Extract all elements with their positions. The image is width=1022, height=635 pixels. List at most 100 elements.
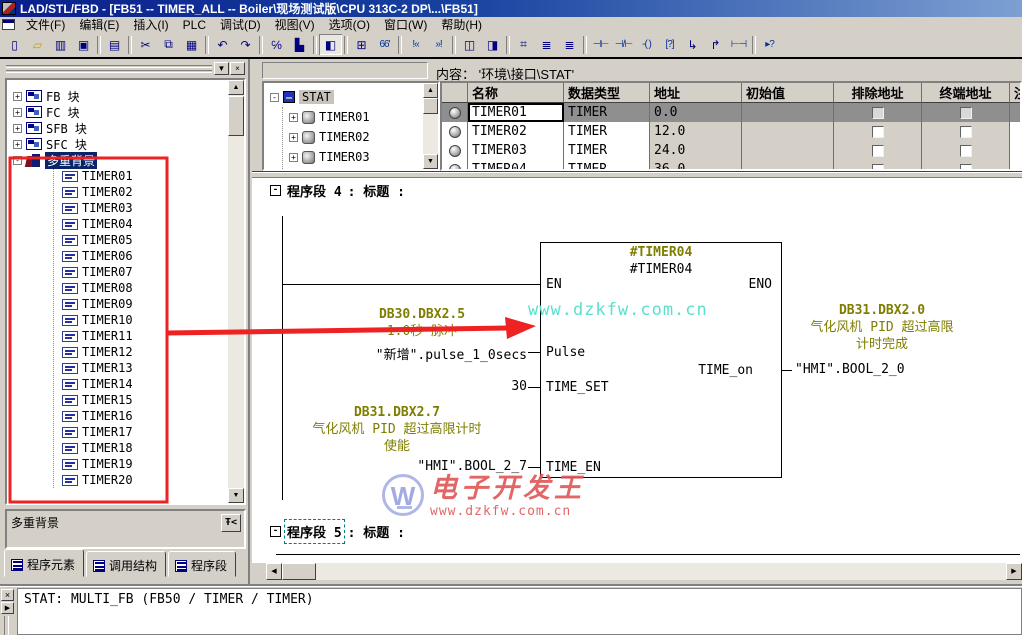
- expand-icon[interactable]: +: [289, 113, 298, 122]
- panel-close-button[interactable]: ×: [230, 62, 245, 75]
- exclude-checkbox[interactable]: [872, 164, 884, 172]
- scroll-up-button[interactable]: ▲: [423, 83, 438, 98]
- menu-item[interactable]: 视图(V): [268, 17, 322, 33]
- toolbar-button[interactable]: [126, 34, 134, 55]
- terminal-checkbox[interactable]: [960, 126, 972, 138]
- panel-tab[interactable]: 调用结构: [86, 551, 166, 577]
- contact-nc-icon[interactable]: ⊣/⊢: [612, 34, 635, 55]
- declaration-filter-field[interactable]: [262, 62, 428, 79]
- network-list-icon[interactable]: ≣: [558, 34, 581, 55]
- tree-item-timer[interactable]: TIMER09: [54, 296, 226, 312]
- collapse-network-icon[interactable]: -: [270, 185, 281, 196]
- exclude-checkbox[interactable]: [872, 145, 884, 157]
- empty-box-icon[interactable]: [?]: [658, 34, 681, 55]
- time-set-operand[interactable]: 30: [252, 379, 527, 394]
- tree-item-timer[interactable]: TIMER08: [54, 280, 226, 296]
- terminal-checkbox[interactable]: [960, 107, 972, 119]
- exclude-checkbox[interactable]: [872, 126, 884, 138]
- toolbar-button[interactable]: [203, 34, 211, 55]
- tree-folder-item[interactable]: + FC 块: [11, 104, 226, 120]
- menu-item[interactable]: 编辑(E): [72, 17, 126, 33]
- toolbar-button[interactable]: [257, 34, 265, 55]
- monitor-glasses-icon[interactable]: 66': [373, 34, 396, 55]
- variable-row[interactable]: TIMER03 TIMER 24.0: [442, 141, 1020, 160]
- program-canvas[interactable]: - 程序段 4 : 标题 : #TIMER04 #TIMER04 EN ENO …: [252, 178, 1022, 563]
- block-instance-name[interactable]: #TIMER04: [541, 262, 781, 277]
- tree-item-timer[interactable]: TIMER11: [54, 328, 226, 344]
- goto-previous-icon[interactable]: !«: [404, 34, 427, 55]
- rail-icon[interactable]: ⊢⊣: [727, 34, 750, 55]
- panel-grab-bar[interactable]: ▼ ×: [4, 62, 246, 76]
- scroll-down-button[interactable]: ▼: [423, 154, 438, 169]
- pulse-operand[interactable]: "新增".pulse_1_0secs: [252, 344, 527, 363]
- col-datatype[interactable]: 数据类型: [564, 83, 650, 103]
- stat-child-item[interactable]: + TIMER02: [283, 127, 421, 147]
- toolbar-button[interactable]: [450, 34, 458, 55]
- col-initial[interactable]: 初始值: [742, 83, 834, 103]
- tree-item-timer[interactable]: TIMER03: [54, 200, 226, 216]
- goto-next-icon[interactable]: »!: [427, 34, 450, 55]
- editor-hscrollbar[interactable]: ◀ ▶: [266, 563, 1022, 580]
- print-icon[interactable]: ▤: [103, 34, 126, 55]
- connections-icon[interactable]: ⊞: [350, 34, 373, 55]
- open-icon[interactable]: ▱: [26, 34, 49, 55]
- stat-root-item[interactable]: - STAT: [268, 87, 421, 107]
- menu-item[interactable]: 帮助(H): [434, 17, 489, 33]
- col-comment-partial[interactable]: 注释: [1010, 83, 1022, 103]
- stat-tree-scrollbar[interactable]: ▲ ▼: [423, 83, 438, 169]
- paste-icon[interactable]: ▦: [180, 34, 203, 55]
- pane-splitter[interactable]: [252, 171, 1022, 178]
- terminal-checkbox[interactable]: [960, 164, 972, 172]
- tree-item-timer[interactable]: TIMER17: [54, 424, 226, 440]
- scroll-up-button[interactable]: ▲: [228, 80, 244, 95]
- tree-item-timer[interactable]: TIMER04: [54, 216, 226, 232]
- contact-no-icon[interactable]: ⊣⊢: [589, 34, 612, 55]
- tree-item-timer[interactable]: TIMER02: [54, 184, 226, 200]
- panel-tab[interactable]: 程序段: [168, 551, 236, 577]
- menu-item[interactable]: PLC: [176, 17, 213, 33]
- terminal-checkbox[interactable]: [960, 145, 972, 157]
- collapse-icon[interactable]: -: [13, 156, 22, 165]
- col-terminal[interactable]: 终端地址: [922, 83, 1010, 103]
- scroll-right-button[interactable]: ▶: [1006, 563, 1022, 580]
- stat-child-item[interactable]: + TIMER01: [283, 107, 421, 127]
- tree-item-timer[interactable]: TIMER14: [54, 376, 226, 392]
- scroll-thumb[interactable]: [228, 96, 244, 136]
- exclude-checkbox[interactable]: [872, 107, 884, 119]
- expand-icon[interactable]: +: [289, 133, 298, 142]
- help-select-icon[interactable]: ▸?: [758, 34, 781, 55]
- col-exclude[interactable]: 排除地址: [834, 83, 922, 103]
- variable-row[interactable]: TIMER01 TIMER 0.0: [442, 103, 1020, 122]
- col-address[interactable]: 地址: [650, 83, 742, 103]
- scroll-down-button[interactable]: ▼: [228, 488, 244, 503]
- toolbar-button[interactable]: [342, 34, 350, 55]
- scroll-thumb[interactable]: [282, 563, 316, 580]
- save-icon[interactable]: ▣: [72, 34, 95, 55]
- tree-item-multi-instance[interactable]: - 多重背景: [11, 152, 226, 168]
- tree-item-timer[interactable]: TIMER05: [54, 232, 226, 248]
- branch-down-icon[interactable]: ↳: [681, 34, 704, 55]
- stat-child-item[interactable]: + TIMER03: [283, 147, 421, 167]
- coil-icon[interactable]: -( ): [635, 34, 658, 55]
- cell-datatype[interactable]: TIMER: [564, 103, 650, 122]
- expand-icon[interactable]: +: [13, 92, 22, 101]
- cell-datatype[interactable]: TIMER: [564, 141, 650, 160]
- tree-item-timer[interactable]: TIMER01: [54, 168, 226, 184]
- network4-header[interactable]: - 程序段 4 : 标题 :: [270, 181, 405, 200]
- time-en-operand[interactable]: "HMI".BOOL_2_7: [252, 459, 527, 474]
- cut-icon[interactable]: ✂: [134, 34, 157, 55]
- tree-item-timer[interactable]: TIMER10: [54, 312, 226, 328]
- symbol-list-icon[interactable]: ≣: [535, 34, 558, 55]
- overview-view-icon[interactable]: ◨: [481, 34, 504, 55]
- expand-icon[interactable]: +: [289, 153, 298, 162]
- network5-label[interactable]: 程序段 5: [287, 522, 342, 541]
- output-next-button[interactable]: ▶: [1, 602, 14, 614]
- toolbar-button[interactable]: [396, 34, 404, 55]
- expand-icon[interactable]: +: [13, 108, 22, 117]
- tree-scrollbar[interactable]: ▲ ▼: [228, 80, 244, 503]
- tree-folder-item[interactable]: + SFC 块: [11, 136, 226, 152]
- redo-icon[interactable]: ↷: [234, 34, 257, 55]
- cell-name[interactable]: TIMER04: [468, 160, 564, 171]
- menu-item[interactable]: 选项(O): [322, 17, 377, 33]
- tree-item-timer[interactable]: TIMER20: [54, 472, 226, 488]
